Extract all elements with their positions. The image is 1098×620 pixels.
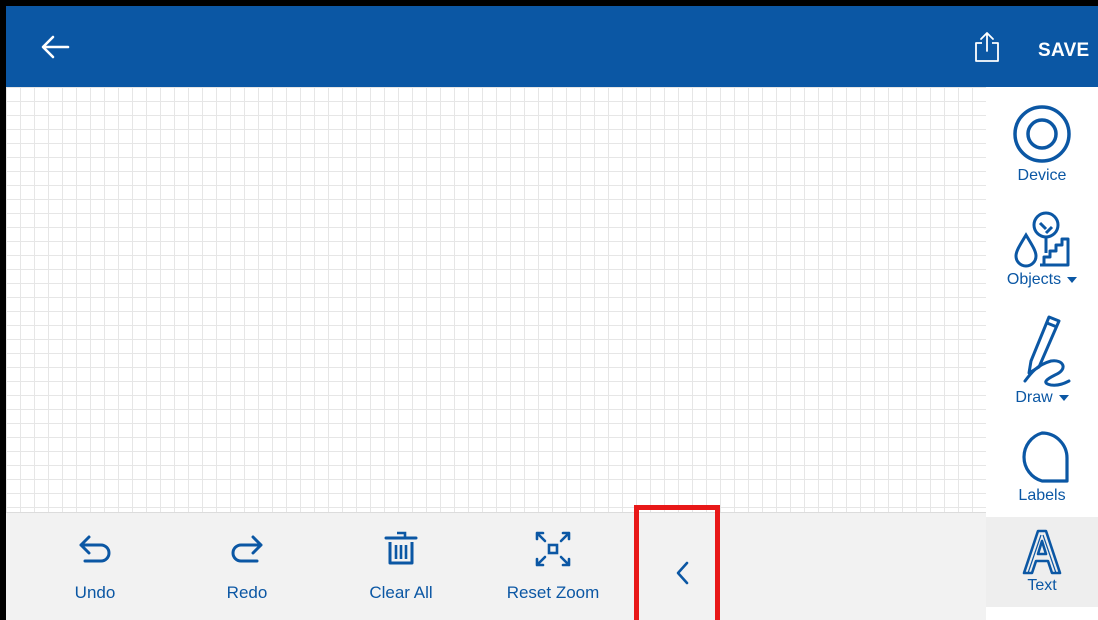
reset-zoom-button[interactable]: Reset Zoom <box>488 513 618 620</box>
bottom-toolbar: Undo Redo Clear All Reset Zoom <box>6 505 986 620</box>
text-label: Text <box>1027 577 1057 594</box>
save-button[interactable]: SAVE <box>1038 40 1090 62</box>
redo-icon <box>231 535 263 563</box>
device-label: Device <box>1017 167 1067 184</box>
device-icon <box>1013 105 1071 163</box>
undo-icon <box>79 535 111 563</box>
share-icon[interactable] <box>972 30 1002 64</box>
undo-button[interactable]: Undo <box>30 513 160 620</box>
app-bar: SAVE <box>6 6 1098 87</box>
redo-label: Redo <box>226 583 268 602</box>
clear-all-button[interactable]: Clear All <box>336 513 466 620</box>
draw-label: Draw <box>986 389 1098 407</box>
objects-icon <box>1014 211 1070 268</box>
app-frame: SAVE Device Objects Draw Labels Text Und… <box>6 6 1098 620</box>
objects-label: Objects <box>986 271 1098 289</box>
collapse-toolbar-button[interactable] <box>636 513 726 620</box>
labels-label: Labels <box>1018 487 1066 504</box>
dropdown-caret-icon <box>1058 394 1069 401</box>
draw-icon <box>1023 315 1071 387</box>
trash-icon <box>384 531 418 565</box>
labels-tool[interactable]: Labels <box>986 429 1098 505</box>
device-tool[interactable]: Device <box>986 103 1098 185</box>
tool-sidebar: Device Objects Draw Labels Text <box>986 87 1098 620</box>
redo-button[interactable]: Redo <box>182 513 312 620</box>
text-tool[interactable]: Text <box>986 517 1098 607</box>
draw-tool[interactable]: Draw <box>986 313 1098 407</box>
objects-tool[interactable]: Objects <box>986 209 1098 289</box>
chevron-left-icon <box>676 561 689 585</box>
undo-label: Undo <box>74 583 116 602</box>
dropdown-caret-icon <box>1067 276 1078 283</box>
clear-all-label: Clear All <box>369 583 433 602</box>
back-arrow-icon[interactable] <box>38 30 72 64</box>
text-icon <box>1022 529 1062 575</box>
reset-zoom-label: Reset Zoom <box>506 583 600 602</box>
reset-zoom-icon <box>535 531 571 567</box>
labels-icon <box>1022 431 1069 483</box>
